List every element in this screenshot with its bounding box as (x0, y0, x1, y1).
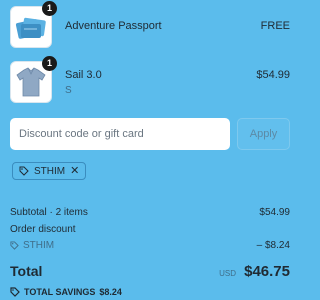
discount-value: – $8.24 (256, 240, 290, 251)
subtotal-label: Subtotal · 2 items (10, 207, 88, 218)
tag-icon (19, 166, 29, 176)
savings-value: $8.24 (99, 287, 122, 297)
tag-icon (10, 287, 20, 297)
applied-discount-chip: STHIM ✕ (12, 162, 87, 180)
quantity-badge: 1 (42, 56, 57, 71)
quantity-badge: 1 (42, 1, 57, 16)
tag-icon (10, 241, 19, 250)
currency-code: USD (219, 269, 236, 278)
product-price: $54.99 (256, 69, 290, 81)
applied-code-label: STHIM (34, 165, 66, 177)
total-savings: TOTAL SAVINGS $8.24 (10, 287, 122, 297)
apply-discount-button[interactable]: Apply (237, 118, 290, 150)
line-item: 1 Sail 3.0 S $54.99 (10, 56, 290, 107)
product-image-shirt: 1 (10, 56, 57, 103)
order-discount-label: Order discount (10, 224, 76, 235)
savings-label: TOTAL SAVINGS (24, 287, 96, 297)
total-value: $46.75 (244, 263, 290, 280)
total-label: Total (10, 263, 43, 279)
product-name: Sail 3.0 (65, 69, 102, 81)
product-variant: S (65, 85, 72, 96)
line-item: 1 Adventure Passport FREE (10, 1, 290, 52)
discount-code-label: STHIM (23, 240, 55, 251)
discount-code-input[interactable] (10, 118, 230, 150)
product-price: FREE (260, 20, 290, 32)
subtotal-value: $54.99 (259, 207, 290, 218)
discount-code-line: STHIM (10, 240, 54, 251)
product-image-passport: 1 (10, 1, 57, 48)
close-icon[interactable]: ✕ (70, 165, 79, 177)
product-name: Adventure Passport (65, 20, 162, 32)
